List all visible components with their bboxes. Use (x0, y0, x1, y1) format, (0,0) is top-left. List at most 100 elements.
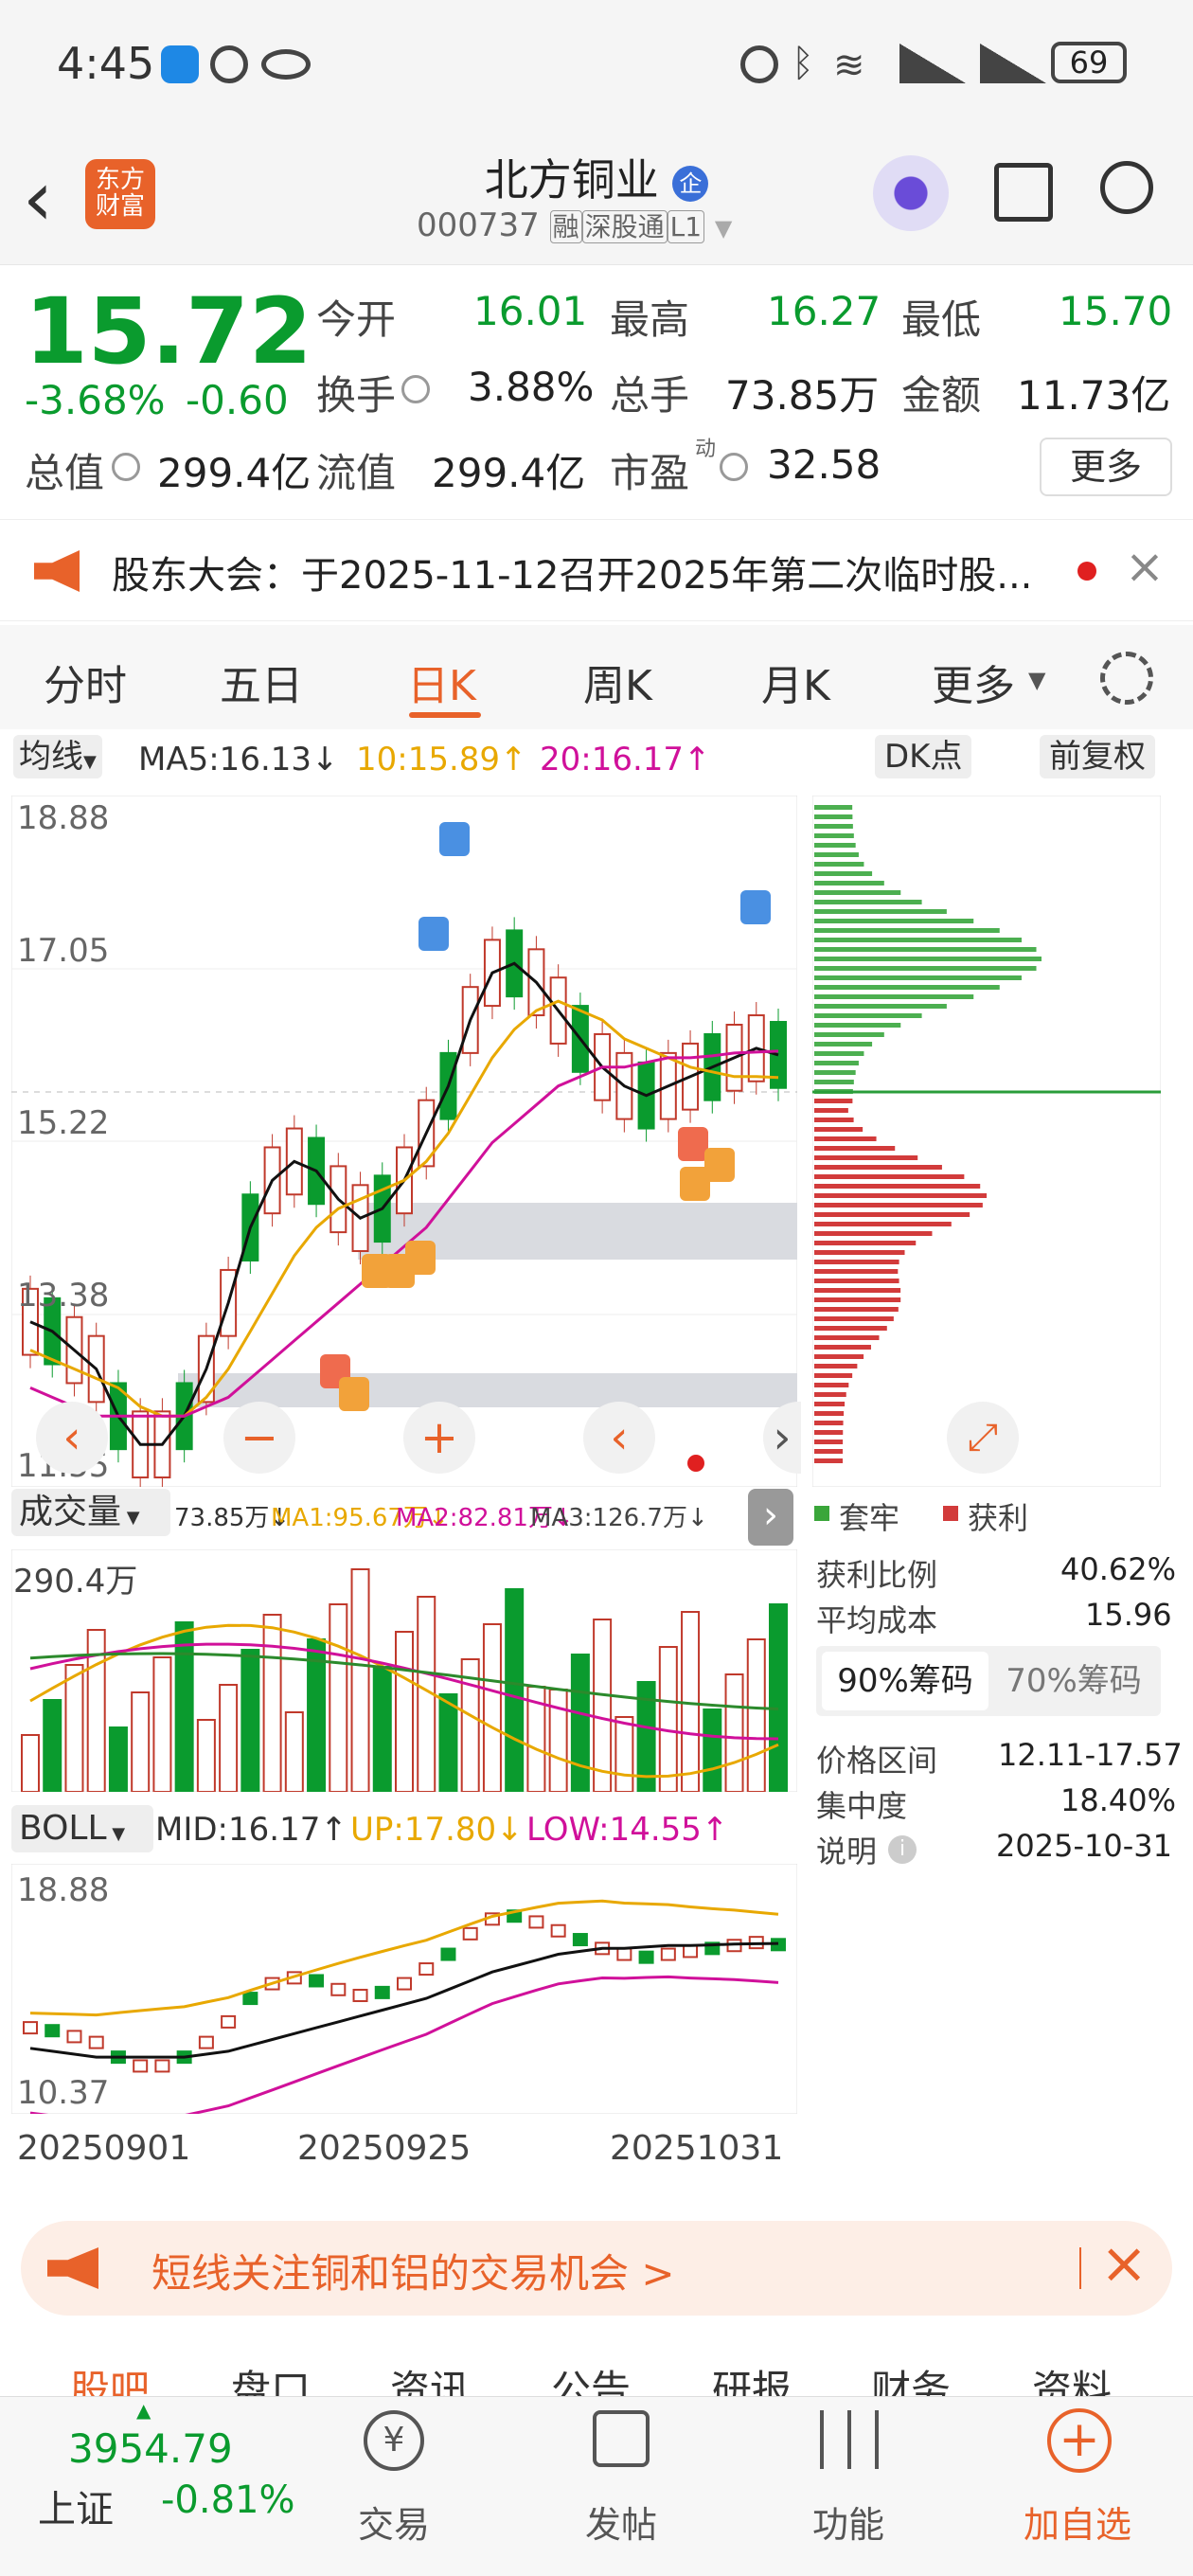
chip-bar (814, 1449, 844, 1454)
info-icon[interactable] (401, 375, 430, 403)
indicator-select[interactable]: 均线▼ (13, 735, 102, 778)
close-icon[interactable]: × (1125, 539, 1165, 594)
notice-bar[interactable]: 股东大会：于2025-11-12召开2025年第二次临时股... × (0, 519, 1193, 621)
info-icon[interactable]: i (888, 1835, 917, 1864)
tab-guba[interactable]: 股吧 (70, 2358, 150, 2396)
x-date-label: 20250925 (297, 2129, 472, 2168)
boll-candle (330, 1982, 347, 1996)
volume-bar (746, 1638, 766, 1792)
search-icon[interactable] (1100, 161, 1153, 214)
tab-news[interactable]: 资讯 (390, 2358, 470, 2396)
chip-bar (814, 975, 1022, 980)
stock-code-line: 000737 融深股通 L1 ▼ (417, 206, 732, 244)
tab-announce[interactable]: 公告 (551, 2358, 631, 2396)
volume-indicator-select[interactable]: 成交量 ▼ (11, 1489, 170, 1536)
boll-candle (397, 1977, 412, 1991)
boll-candle (309, 1974, 325, 1988)
chevron-down-icon[interactable]: ▼ (715, 215, 732, 242)
info-icon[interactable] (720, 453, 748, 481)
chip-bar (814, 1212, 970, 1217)
robot-assistant-icon[interactable] (873, 155, 949, 231)
unread-dot (1077, 562, 1096, 581)
adjust-price-button[interactable]: 前复权 (1040, 735, 1155, 778)
boll-candle (683, 1944, 699, 1959)
y-label: 18.88 (17, 799, 110, 837)
boll-candle (638, 1950, 654, 1964)
info-icon[interactable] (112, 453, 140, 481)
field-label-open: 今开 (316, 296, 397, 343)
kline-chart[interactable] (11, 796, 797, 1487)
boll-indicator-select[interactable]: BOLL ▼ (11, 1805, 153, 1852)
chip-bar (814, 1335, 880, 1340)
tab-daily-k[interactable]: 日K (407, 652, 476, 712)
ma20-legend: 20:16.17↑ (540, 741, 711, 778)
chip-bar (814, 1354, 864, 1359)
battery-icon: 69 (1051, 42, 1127, 83)
volume-bar (262, 1614, 282, 1792)
prev-icon[interactable]: ‹ (583, 1402, 655, 1474)
chip-bar (814, 994, 974, 999)
zoom-out-icon[interactable]: − (223, 1402, 295, 1474)
chip-bar (814, 928, 1000, 933)
x-date-label: 20251031 (610, 2129, 784, 2168)
volume-bar (284, 1711, 304, 1792)
chart-area: 均线▼ MA5:16.13↓ 10:15.89↑ 20:16.17↑ DK点 前… (0, 729, 1193, 2207)
volume-bar (108, 1726, 128, 1792)
volume-bar (703, 1708, 722, 1792)
stat-value: 18.40% (1060, 1782, 1177, 1818)
boll-candle (352, 1988, 368, 2002)
tab-finance[interactable]: 财务 (871, 2358, 951, 2396)
tab-weekly-k[interactable]: 周K (583, 652, 652, 712)
tab-more[interactable]: 更多 (932, 652, 1015, 712)
expand-panel-icon[interactable]: › (748, 1489, 793, 1546)
chip-bar (814, 1231, 933, 1236)
tab-chip-90[interactable]: 90%筹码 (822, 1652, 988, 1710)
tab-intraday[interactable]: 分时 (44, 652, 127, 712)
promo-banner[interactable]: 短线关注铜和铝的交易机会 > × (21, 2221, 1172, 2316)
share-icon[interactable] (994, 163, 1053, 222)
chip-bar (814, 1316, 894, 1321)
settings-gear-icon[interactable] (1100, 652, 1153, 705)
post-button[interactable]: 发帖 (545, 2496, 697, 2548)
legend-trapped: 套牢 (839, 1500, 900, 1536)
add-favorite-button[interactable]: 加自选 (1002, 2496, 1153, 2548)
add-favorite-icon: + (1047, 2408, 1112, 2473)
tab-profile[interactable]: 资料 (1032, 2358, 1112, 2396)
chip-bar (814, 1032, 884, 1037)
chip-bar (814, 1165, 942, 1170)
chip-bar (814, 1383, 849, 1387)
chip-bar (814, 1288, 901, 1293)
index-value[interactable]: 3954.79 (68, 2425, 233, 2472)
expand-icon[interactable]: ⤢ (947, 1402, 1019, 1474)
boll-candle (198, 2035, 214, 2049)
dk-point-button[interactable]: DK点 (875, 735, 972, 778)
enterprise-badge: 企 (672, 165, 709, 202)
chip-bar (814, 1269, 899, 1274)
pan-left-icon[interactable]: ‹ (36, 1402, 108, 1474)
post-edit-icon (593, 2410, 650, 2467)
chip-bar (814, 814, 853, 819)
volume-bar (174, 1621, 194, 1792)
chip-bar (814, 1411, 845, 1416)
tab-pankou[interactable]: 盘口 (231, 2358, 311, 2396)
chip-bar (814, 1051, 864, 1056)
more-button[interactable]: 更多 (1040, 438, 1172, 496)
chevron-down-icon[interactable]: ▼ (1028, 667, 1045, 693)
tab-monthly-k[interactable]: 月K (761, 652, 830, 712)
close-icon[interactable]: × (1100, 2230, 1148, 2297)
boll-candle (45, 2024, 61, 2038)
volume-bar (395, 1631, 414, 1792)
tab-chip-70[interactable]: 70%筹码 (990, 1652, 1157, 1710)
function-button[interactable]: 功能 (773, 2496, 924, 2548)
boll-candle (418, 1962, 435, 1977)
boll-candle (616, 1947, 632, 1961)
chip-bar (814, 938, 1022, 942)
tab-research[interactable]: 研报 (712, 2358, 792, 2396)
period-tabs: 分时 五日 日K 周K 月K 更多 ▼ (0, 625, 1193, 729)
tab-5day[interactable]: 五日 (220, 652, 303, 712)
trade-button[interactable]: 交易 (318, 2496, 470, 2548)
field-label-turnover: 换手 (316, 372, 397, 419)
boll-candle (440, 1947, 456, 1961)
chevron-down-icon: ▼ (106, 1824, 126, 1844)
zoom-in-icon[interactable]: + (403, 1402, 475, 1474)
